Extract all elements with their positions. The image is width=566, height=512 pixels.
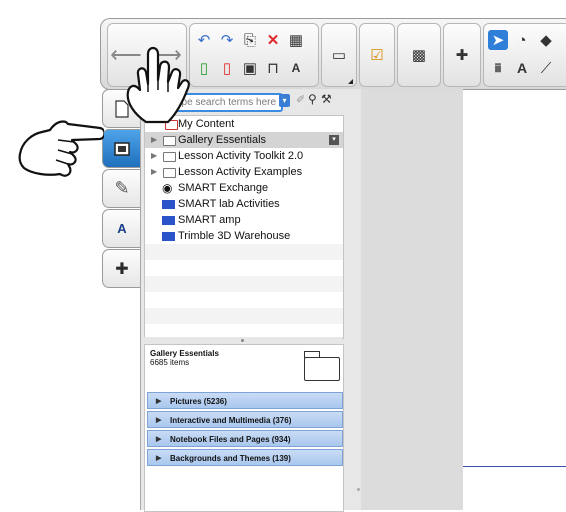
fill-icon[interactable]: ◆ [536,30,556,50]
text-tool-icon[interactable]: A [512,58,532,78]
response-group: ☑ [359,23,395,87]
select-pointer-icon[interactable]: ➤ [488,30,508,50]
tab-attachments[interactable]: ✎ [102,169,141,208]
expand-arrow-icon[interactable]: ▶ [151,132,157,148]
smart-icon [162,216,175,225]
gallery-tree: My Content ▶ Gallery Essentials ▾ ▶ Less… [144,115,344,339]
expand-arrow-icon[interactable]: ▶ [156,450,161,467]
activity-group: ▩ [397,23,441,87]
tree-item-trimble[interactable]: Trimble 3D Warehouse [145,228,343,244]
tree-item-label: SMART amp [178,214,241,226]
empty-row [145,308,343,324]
details-count: 6685 items [150,358,190,367]
tab-gallery[interactable] [102,129,141,168]
tab-addons[interactable]: ✚ [102,249,141,288]
paste-icon[interactable]: ⎘ [240,30,260,50]
tree-item-label: Lesson Activity Examples [178,166,303,178]
table-icon[interactable]: ▦ [286,30,306,50]
tools-group: ➤ ◔ ◆ ⅲ A ⟋ [483,23,566,87]
shapes-icon[interactable]: ◔ [512,30,532,50]
smart-icon [162,200,175,209]
item-menu-icon[interactable]: ▾ [329,135,339,145]
search-dropdown-icon[interactable]: ▾ [279,94,290,107]
gallery-details: Gallery Essentials 6685 items ▶ Pictures… [144,344,344,512]
tree-item-label: Trimble 3D Warehouse [178,230,291,242]
category-interactive[interactable]: ▶ Interactive and Multimedia (376) [147,411,343,428]
document-camera-icon[interactable]: ▭ [329,45,349,65]
search-icon[interactable]: ⚲ [308,92,317,106]
pointing-hand-right-icon [18,120,104,177]
tree-item-label: Lesson Activity Toolkit 2.0 [178,150,304,162]
wrench-icon[interactable]: ⚒ [321,92,332,106]
expand-arrow-icon[interactable]: ▶ [151,164,157,180]
category-label: Backgrounds and Themes (139) [170,454,291,463]
redo-icon[interactable]: ↷ [217,30,237,50]
tree-item-smart-lab[interactable]: SMART lab Activities [145,196,343,212]
delete-icon[interactable]: ✕ [263,30,283,50]
pens-icon[interactable]: ⅲ [488,58,508,78]
tree-item-smart-exchange[interactable]: ◉ SMART Exchange [145,180,343,196]
display-group: ▭ [321,23,357,87]
edit-group: ↶ ↷ ⎘ ✕ ▦ ▯ ▯ ▣ ⊓ A [189,23,319,87]
addons-group: ✚ [443,23,481,87]
category-label: Interactive and Multimedia (376) [170,416,292,425]
tab-properties[interactable]: A [102,209,141,248]
category-label: Pictures (5236) [170,397,227,406]
tree-item-label: SMART lab Activities [178,198,280,210]
expand-arrow-icon[interactable]: ▶ [156,412,161,429]
folder-icon [163,136,176,146]
scroll-handle-icon[interactable] [357,488,360,491]
smart-icon [162,232,175,241]
empty-row [145,276,343,292]
splitter-handle-icon[interactable] [241,339,244,342]
save-icon[interactable]: ▣ [240,58,260,78]
tree-item-label: Gallery Essentials [178,134,267,146]
puzzle-icon[interactable]: ✚ [452,45,472,65]
expand-arrow-icon[interactable]: ▶ [156,393,161,410]
pen-icon[interactable]: ✐ [296,93,305,106]
tree-item-label: SMART Exchange [178,182,269,194]
category-notebook-files[interactable]: ▶ Notebook Files and Pages (934) [147,430,343,447]
folder-icon [163,152,176,162]
globe-icon: ◉ [162,181,173,195]
delete-page-icon[interactable]: ▯ [217,58,237,78]
canvas-gutter [360,89,463,510]
line-tool-icon[interactable]: ⟋ [536,58,556,78]
tree-item-lesson-activity-toolkit[interactable]: ▶ Lesson Activity Toolkit 2.0 [145,148,343,164]
empty-row [145,244,343,260]
expand-arrow-icon[interactable]: ▶ [156,431,161,448]
puzzle-icon: ✚ [115,260,129,278]
activity-builder-icon[interactable]: ▩ [409,45,429,65]
tree-item-lesson-activity-examples[interactable]: ▶ Lesson Activity Examples [145,164,343,180]
dropdown-corner-icon[interactable] [348,79,353,84]
gallery-icon [114,141,130,156]
details-title: Gallery Essentials [150,349,219,358]
category-label: Notebook Files and Pages (934) [170,435,291,444]
large-folder-icon [304,357,340,381]
properties-icon: A [117,221,127,236]
page-border-line [463,466,566,467]
category-backgrounds[interactable]: ▶ Backgrounds and Themes (139) [147,449,343,466]
expand-arrow-icon[interactable]: ▶ [151,148,157,164]
handwriting-icon[interactable]: A [286,58,306,78]
screen-shade-icon[interactable]: ⊓ [263,58,283,78]
tree-item-gallery-essentials[interactable]: ▶ Gallery Essentials ▾ [145,132,343,148]
pointing-hand-up-icon [126,46,190,124]
tree-item-smart-amp[interactable]: SMART amp [145,212,343,228]
category-pictures[interactable]: ▶ Pictures (5236) [147,392,343,409]
folder-icon [163,168,176,178]
response-icon[interactable]: ☑ [367,45,387,65]
paperclip-icon: ✎ [114,178,130,198]
